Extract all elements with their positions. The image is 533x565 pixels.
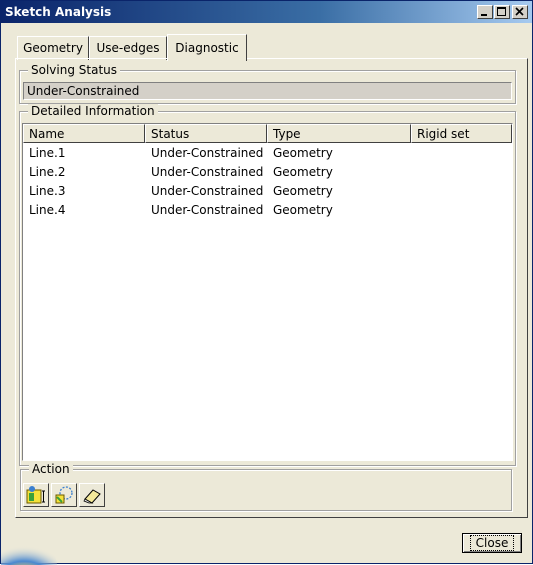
row-status: Under-Constrained <box>151 146 264 160</box>
close-button[interactable]: Close <box>462 533 522 553</box>
tab-geometry[interactable]: Geometry <box>17 36 89 60</box>
maximize-icon <box>497 7 506 16</box>
solving-status-value: Under-Constrained <box>23 82 512 100</box>
maximize-button[interactable] <box>494 5 510 19</box>
table-row[interactable]: Line.4 Under-Constrained Geometry <box>23 201 512 220</box>
catia-logo-icon <box>1 541 57 565</box>
column-header-rigid-set[interactable]: Rigid set <box>411 124 512 143</box>
tab-use-edges-label: Use-edges <box>96 41 160 55</box>
minimize-button[interactable] <box>477 5 493 19</box>
tab-diagnostic[interactable]: Diagnostic <box>167 34 247 61</box>
close-icon <box>515 7 524 16</box>
close-button-label: Close <box>469 535 515 551</box>
table-row[interactable]: Line.2 Under-Constrained Geometry <box>23 163 512 182</box>
row-type: Geometry <box>273 165 333 179</box>
column-header-name[interactable]: Name <box>23 124 145 143</box>
window-title: Sketch Analysis <box>5 5 112 19</box>
column-header-status[interactable]: Status <box>145 124 267 143</box>
select-constraints-button[interactable] <box>51 483 77 507</box>
row-status: Under-Constrained <box>151 203 264 217</box>
row-type: Geometry <box>273 146 333 160</box>
close-window-button[interactable] <box>512 5 528 19</box>
minimize-icon <box>481 14 487 16</box>
row-name: Line.1 <box>29 146 66 160</box>
detailed-information-label: Detailed Information <box>28 104 158 118</box>
column-header-type[interactable]: Type <box>267 124 411 143</box>
eraser-icon <box>83 489 101 504</box>
sketch-analysis-dialog: Sketch Analysis Geometry Use-edges Diagn… <box>0 0 533 565</box>
tab-diagnostic-label: Diagnostic <box>175 41 239 55</box>
detailed-information-list[interactable]: Name Status Type Rigid set Line.1 Under-… <box>22 123 513 461</box>
table-row[interactable]: Line.3 Under-Constrained Geometry <box>23 182 512 201</box>
table-row[interactable]: Line.1 Under-Constrained Geometry <box>23 144 512 163</box>
solving-status-label: Solving Status <box>28 63 121 77</box>
row-name: Line.3 <box>29 184 66 198</box>
title-bar[interactable]: Sketch Analysis <box>1 1 532 23</box>
show-geometry-button[interactable] <box>23 483 49 507</box>
select-constraints-icon <box>55 486 73 504</box>
show-geometry-icon <box>26 486 45 504</box>
action-label: Action <box>29 462 73 476</box>
tab-use-edges[interactable]: Use-edges <box>89 36 167 60</box>
row-status: Under-Constrained <box>151 165 264 179</box>
row-type: Geometry <box>273 203 333 217</box>
row-type: Geometry <box>273 184 333 198</box>
tab-geometry-label: Geometry <box>23 41 83 55</box>
row-name: Line.2 <box>29 165 66 179</box>
row-status: Under-Constrained <box>151 184 264 198</box>
erase-button[interactable] <box>79 483 105 507</box>
row-name: Line.4 <box>29 203 66 217</box>
